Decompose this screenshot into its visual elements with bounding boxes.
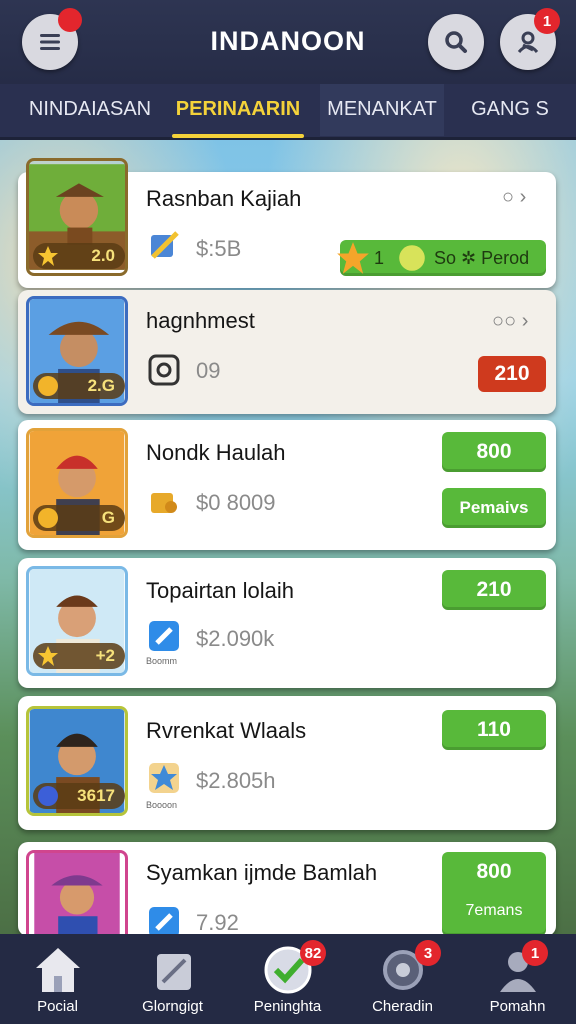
nav-badge: 82: [300, 940, 326, 966]
nav-item-social[interactable]: Pocial: [0, 934, 115, 1024]
user-icon: [517, 31, 539, 54]
score-button[interactable]: 210: [442, 570, 546, 610]
nav-item-cheradin[interactable]: 3 Cheradin: [345, 934, 460, 1024]
list-item[interactable]: +2 Topairtan lolaih Boomm $2.090k 210: [18, 558, 556, 688]
nav-label: Glorngigt: [142, 998, 203, 1015]
list-item[interactable]: 2.G hagnhmest 09 ○○ › 210: [18, 290, 556, 414]
player-score: $2.805h: [196, 768, 276, 793]
level-value: 3617: [77, 786, 115, 805]
list-item[interactable]: Syamkan ijmde Bamlah 7.92 800 7emans: [18, 842, 556, 936]
tab-nindaiasan[interactable]: NINDAIASAN: [10, 84, 170, 136]
home-icon: [32, 944, 84, 996]
item-caption: Boooon: [146, 800, 178, 810]
star-icon: [337, 242, 369, 274]
more-options[interactable]: ○ ›: [502, 186, 526, 209]
crystal-icon: [146, 904, 182, 936]
level-value: 2.G: [87, 376, 115, 395]
nav-label: Cheradin: [372, 998, 433, 1015]
nav-item-pomahn[interactable]: 1 Pomahn: [460, 934, 575, 1024]
hamburger-icon: [40, 34, 60, 50]
reward-count: 1: [374, 248, 385, 268]
nav-label: Pocial: [37, 998, 78, 1015]
reward-button[interactable]: 1 So ✲ Perod: [337, 240, 546, 276]
player-name: Nondk Haulah: [146, 440, 286, 465]
scroll-icon: [147, 944, 199, 996]
more-options[interactable]: ○○ ›: [492, 310, 528, 333]
player-name: Rasnban Kajiah: [146, 186, 302, 211]
chest-icon: [146, 484, 182, 520]
app-header: INDANOON 1: [0, 0, 576, 84]
tab-bar: NINDAIASAN PERINAARIN MENANKAT GANG S: [0, 84, 576, 140]
avatar: 2.G: [26, 296, 128, 406]
nav-label: Peninghta: [253, 998, 322, 1015]
player-name: Rvrenkat Wlaals: [146, 718, 307, 743]
player-name: Syamkan ijmde Bamlah: [146, 860, 378, 885]
player-name: Topairtan lolaih: [146, 578, 294, 603]
level-value: G: [101, 508, 115, 527]
player-score: $2.090k: [196, 626, 275, 651]
level-badge: +2: [33, 643, 125, 669]
tab-perinaarin[interactable]: PERINAARIN: [172, 84, 304, 138]
search-icon: [445, 31, 467, 53]
player-score: $:5B: [196, 236, 242, 261]
score-value: 800: [476, 860, 512, 883]
player-score: 09: [196, 358, 221, 383]
level-badge: 2.0: [33, 243, 125, 269]
tab-gangs[interactable]: GANG S: [458, 84, 562, 136]
score-button[interactable]: 800 7emans: [442, 852, 546, 936]
avatar: [26, 850, 128, 936]
menu-notification-dot: [58, 8, 82, 32]
profile-badge: 1: [534, 8, 560, 34]
bottom-navigation: Pocial Glorngigt 82 Peninghta 3 Cheradin…: [0, 934, 576, 1024]
star-icon: [38, 246, 58, 266]
nav-item-glorngigt[interactable]: Glorngigt: [115, 934, 230, 1024]
action-button[interactable]: Pemaivs: [442, 488, 546, 528]
crystal-icon: [146, 618, 182, 654]
friends-button[interactable]: 1: [500, 8, 560, 70]
sword-icon: [146, 228, 182, 264]
menu-button[interactable]: [22, 8, 82, 70]
player-score: 7.92: [196, 910, 239, 935]
level-badge: G: [33, 505, 125, 531]
list-item[interactable]: 2.0 Rasnban Kajiah $:5B ○ › 1 So ✲ Perod: [18, 158, 556, 288]
tab-menankat[interactable]: MENANKAT: [320, 84, 444, 136]
reward-text: So ✲ Perod: [434, 248, 530, 268]
avatar: 2.0: [26, 158, 128, 276]
nav-label: Pomahn: [489, 998, 546, 1015]
avatar: G: [26, 428, 128, 538]
list-item[interactable]: G Nondk Haulah $0 8009 800 Pemaivs: [18, 420, 556, 550]
item-caption: Boomm: [146, 656, 178, 666]
nav-item-peninghta[interactable]: 82 Peninghta: [230, 934, 345, 1024]
score-button[interactable]: 210: [478, 356, 546, 392]
coin-icon: [38, 508, 58, 528]
nav-badge: 1: [522, 940, 548, 966]
coin-icon: [38, 376, 58, 396]
shield-icon: [38, 786, 58, 806]
list-item[interactable]: 3617 Rvrenkat Wlaals Boooon $2.805h 110: [18, 696, 556, 830]
app-title: INDANOON: [210, 26, 366, 56]
player-score: $0 8009: [196, 490, 276, 515]
gem-icon: [399, 245, 425, 271]
star-gem-icon: [146, 760, 182, 796]
camera-icon: [146, 352, 182, 388]
search-button[interactable]: [428, 14, 484, 70]
level-value: +2: [95, 646, 115, 665]
level-badge: 3617: [33, 783, 125, 809]
star-icon: [38, 646, 58, 666]
avatar: 3617: [26, 706, 128, 816]
score-button[interactable]: 110: [442, 710, 546, 750]
level-badge: 2.G: [33, 373, 125, 399]
level-value: 2.0: [91, 246, 115, 265]
avatar: +2: [26, 566, 128, 676]
score-button[interactable]: 800: [442, 432, 546, 472]
score-caption: 7emans: [465, 902, 523, 919]
player-name: hagnhmest: [146, 308, 255, 333]
nav-badge: 3: [415, 940, 441, 966]
